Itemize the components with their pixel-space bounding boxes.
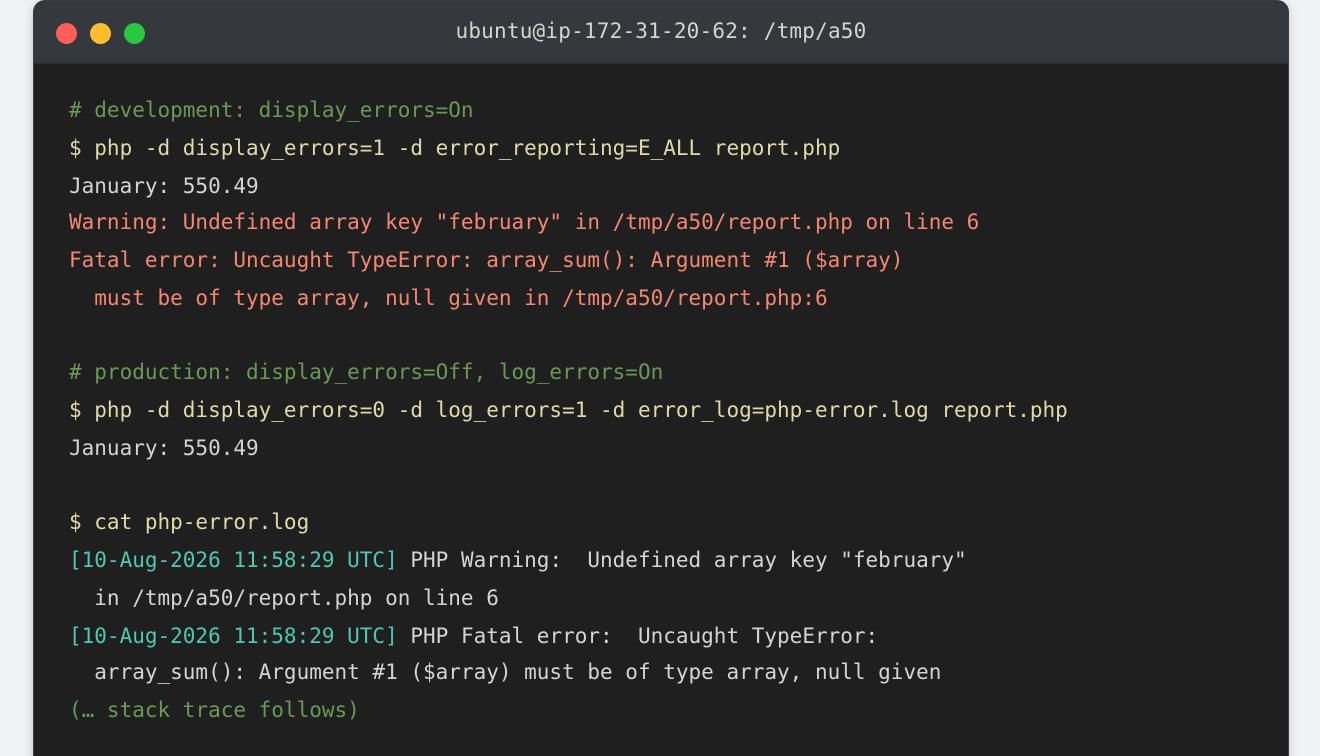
command-dev-run: $ php -d display_errors=1 -d error_repor… bbox=[69, 136, 841, 160]
log-message: PHP Warning: Undefined array key "februa… bbox=[397, 548, 967, 572]
window-title: ubuntu@ip-172-31-20-62: /tmp/a50 bbox=[455, 19, 867, 43]
fatal-error-message: Fatal error: Uncaught TypeError: array_s… bbox=[69, 248, 904, 272]
command-prod-run: $ php -d display_errors=0 -d log_errors=… bbox=[69, 398, 1068, 422]
warning-message: Warning: Undefined array key "february" … bbox=[69, 210, 980, 234]
log-entry-warning: [10-Aug-2026 11:58:29 UTC] PHP Warning: … bbox=[69, 546, 967, 574]
comment-development: # development: display_errors=On bbox=[69, 98, 474, 122]
terminal-window: ubuntu@ip-172-31-20-62: /tmp/a50 # devel… bbox=[33, 0, 1289, 756]
fatal-error-continuation: must be of type array, null given in /tm… bbox=[69, 286, 828, 310]
log-entry-warning-continuation: in /tmp/a50/report.php on line 6 bbox=[69, 586, 499, 610]
log-entry-fatal: [10-Aug-2026 11:58:29 UTC] PHP Fatal err… bbox=[69, 622, 878, 650]
log-timestamp: [10-Aug-2026 11:58:29 UTC] bbox=[69, 624, 398, 648]
comment-production: # production: display_errors=Off, log_er… bbox=[69, 360, 664, 384]
output-january-prod: January: 550.49 bbox=[69, 436, 259, 460]
title-bar: ubuntu@ip-172-31-20-62: /tmp/a50 bbox=[34, 1, 1288, 64]
stack-trace-note: (… stack trace follows) bbox=[69, 698, 360, 722]
log-timestamp: [10-Aug-2026 11:58:29 UTC] bbox=[69, 548, 398, 572]
log-entry-fatal-continuation: array_sum(): Argument #1 ($array) must b… bbox=[69, 660, 942, 684]
command-cat-log: $ cat php-error.log bbox=[69, 510, 310, 534]
output-january-dev: January: 550.49 bbox=[69, 174, 259, 198]
log-message: PHP Fatal error: Uncaught TypeError: bbox=[397, 624, 879, 648]
